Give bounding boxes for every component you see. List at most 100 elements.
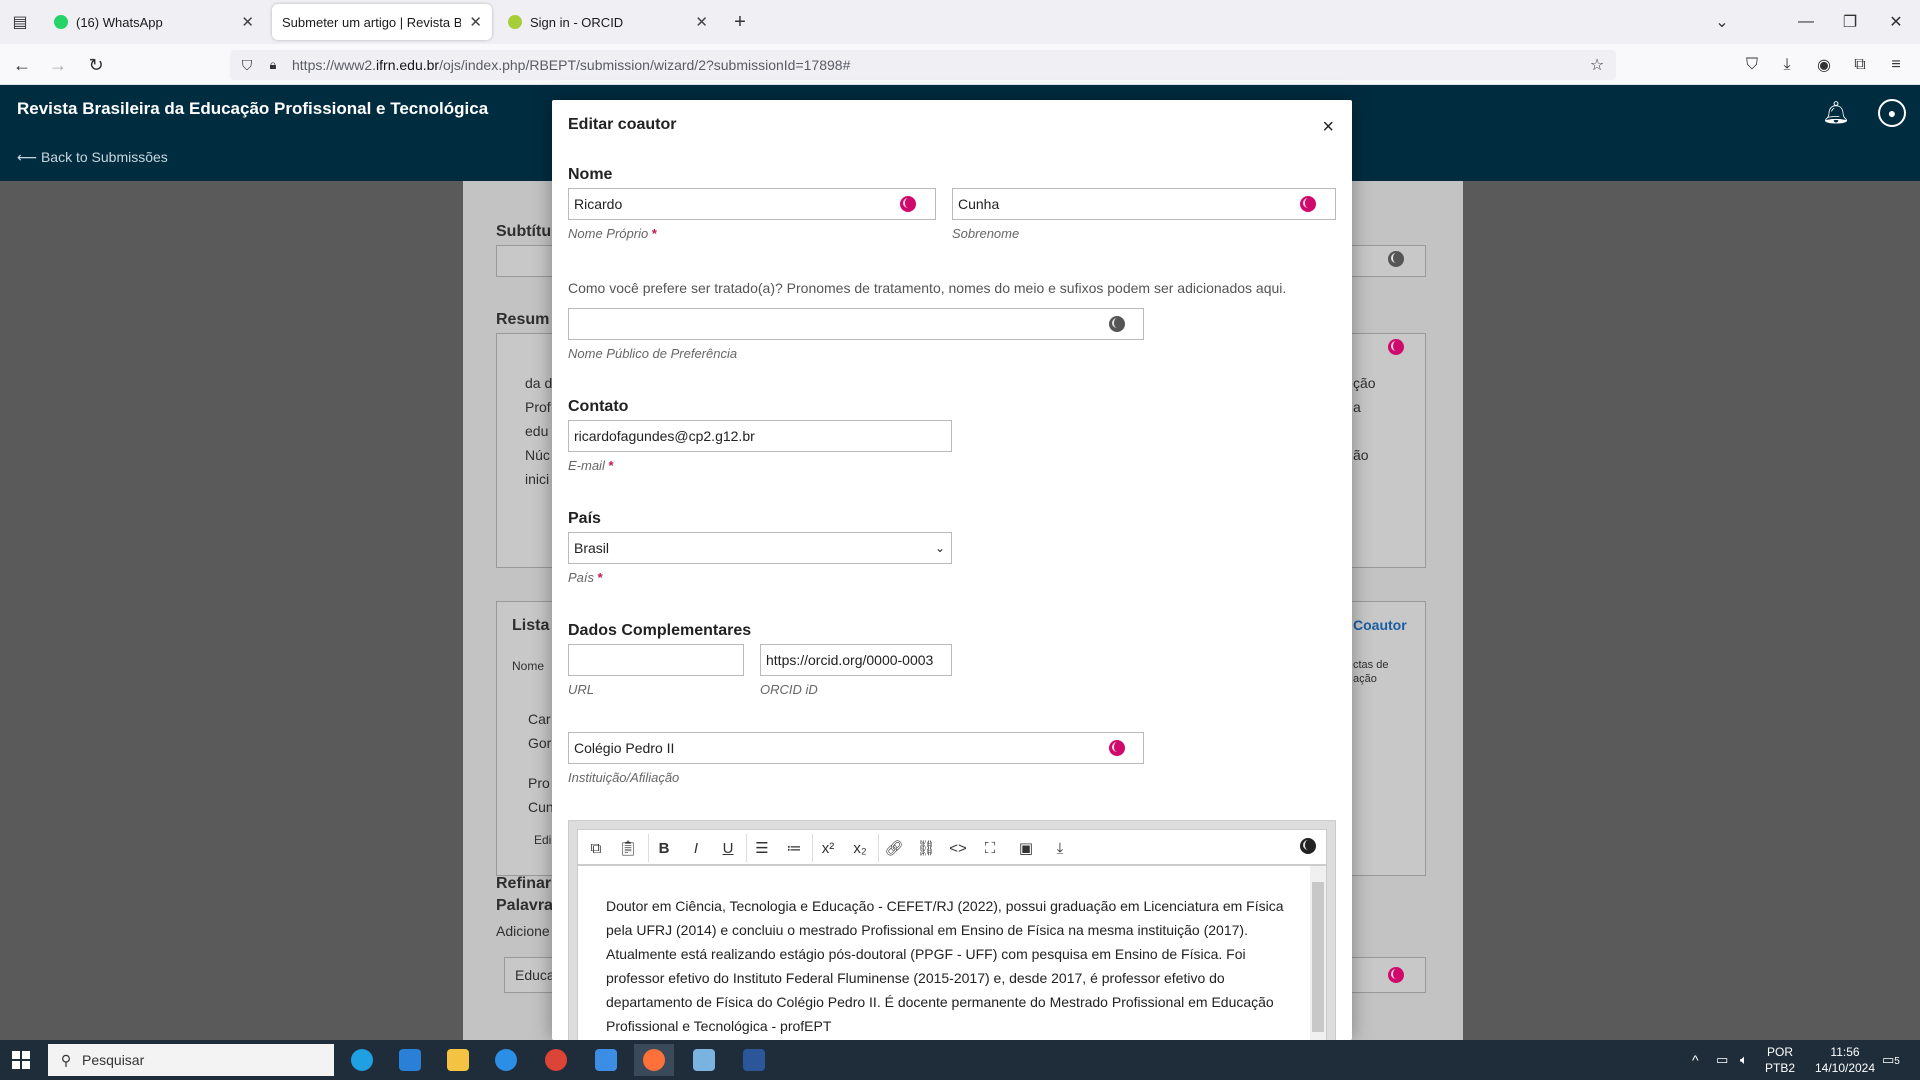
pocket-icon[interactable]: ⛉ (1740, 54, 1764, 76)
shield-icon[interactable]: ⛉ (238, 56, 256, 74)
unlink-icon[interactable]: ⛓ (914, 836, 938, 860)
required-mark: * (651, 226, 657, 241)
upload-icon[interactable]: ⤓ (1048, 836, 1072, 860)
globe-icon[interactable] (1109, 740, 1125, 756)
bookmark-star-icon[interactable]: ☆ (1588, 56, 1606, 74)
url-label: URL (568, 682, 595, 697)
internet-explorer-icon[interactable] (486, 1044, 526, 1076)
biography-editor: ⧉ 📋︎ B I U ☰ ≔ x² x₂ 🔗︎ ⛓ <> ⛶ ▣ ⤓ Douto… (568, 820, 1336, 1040)
language-indicator[interactable]: POR PTB2 (1762, 1044, 1798, 1076)
remote-desktop-icon[interactable] (684, 1044, 724, 1076)
preferred-name-label: Nome Público de Preferência (568, 346, 738, 361)
chrome-icon[interactable] (536, 1044, 576, 1076)
required-mark: * (597, 570, 603, 585)
toolbar-divider (648, 834, 649, 862)
modal-close-button[interactable]: × (1322, 116, 1334, 139)
orcid-label: ORCID iD (760, 682, 818, 697)
fullscreen-icon[interactable]: ⛶ (978, 836, 1002, 860)
notification-count: 5 (1894, 1056, 1900, 1067)
globe-icon[interactable] (1300, 838, 1316, 854)
close-icon[interactable]: ✕ (695, 13, 708, 31)
numbered-list-icon[interactable]: ≔ (782, 836, 806, 860)
italic-icon[interactable]: I (684, 836, 708, 860)
abstract-label: Resum (496, 311, 550, 328)
firefox-icon[interactable] (634, 1044, 674, 1076)
store-icon[interactable] (390, 1044, 430, 1076)
minimize-icon[interactable]: — (1794, 12, 1818, 32)
download-icon[interactable]: ⤓ (1775, 54, 1799, 76)
tab-submission[interactable]: Submeter um artigo | Revista Brasile ✕ (272, 4, 492, 40)
keywords-label: Palavra (496, 897, 553, 914)
tab-whatsapp[interactable]: (16) WhatsApp ✕ (44, 4, 264, 40)
extensions-icon[interactable]: ⧉ (1848, 54, 1872, 76)
email-field[interactable]: ricardofagundes@cp2.g12.br (568, 420, 952, 452)
file-explorer-icon[interactable] (438, 1044, 478, 1076)
notification-center-icon[interactable]: ▭5 (1882, 1052, 1900, 1070)
family-name-input[interactable]: Cunha (952, 188, 1336, 220)
keywords-hint: Adicione (496, 923, 550, 939)
column-header: ctas de (1353, 659, 1389, 671)
image-icon[interactable]: ▣ (1014, 836, 1038, 860)
user-avatar-icon[interactable]: ● (1878, 99, 1906, 127)
mail-icon[interactable] (586, 1044, 626, 1076)
globe-icon[interactable] (1300, 196, 1316, 212)
globe-icon (1388, 967, 1404, 983)
lock-icon[interactable]: 🔒︎ (264, 56, 282, 74)
reload-icon[interactable]: ↻ (84, 54, 108, 76)
copy-icon[interactable]: ⧉ (584, 836, 608, 860)
name-section-heading: Nome (568, 166, 613, 183)
abstract-line: Núc (525, 447, 550, 463)
link-icon[interactable]: 🔗︎ (882, 836, 906, 860)
url-input[interactable] (568, 644, 744, 676)
scrollbar-thumb[interactable] (1312, 882, 1324, 1032)
affiliation-input[interactable]: Colégio Pedro II (568, 732, 1144, 764)
bullet-list-icon[interactable]: ☰ (750, 836, 774, 860)
window-close-icon[interactable]: ✕ (1884, 12, 1908, 32)
windows-start-icon[interactable] (12, 1051, 30, 1069)
forward-arrow-icon[interactable]: → (46, 54, 70, 76)
address-bar[interactable]: ⛉ 🔒︎ https://www2. ifrn.edu.br/ojs/index.… (230, 50, 1616, 80)
restore-icon[interactable]: ❐ (1838, 12, 1862, 32)
language-code: POR (1766, 1045, 1793, 1059)
globe-icon[interactable] (900, 196, 916, 212)
close-icon[interactable]: ✕ (469, 13, 482, 31)
column-header: ação (1353, 673, 1377, 685)
editor-scrollbar[interactable] (1310, 866, 1326, 1040)
underline-icon[interactable]: U (716, 836, 740, 860)
close-icon[interactable]: ✕ (241, 13, 254, 31)
bold-icon[interactable]: B (652, 836, 676, 860)
tab-orcid[interactable]: Sign in - ORCID ✕ (498, 4, 718, 40)
menu-icon[interactable]: ≡ (1884, 54, 1908, 76)
biography-textarea[interactable]: Doutor em Ciência, Tecnologia e Educação… (577, 865, 1327, 1040)
contributors-label: Lista (512, 617, 550, 634)
back-arrow-icon[interactable]: ← (10, 54, 34, 76)
country-select[interactable]: Brasil ⌄ (568, 532, 952, 564)
subscript-icon[interactable]: x₂ (848, 836, 872, 860)
browser-tab-bar: ▤ (16) WhatsApp ✕ Submeter um artigo | R… (0, 0, 1920, 44)
edge-icon[interactable] (342, 1044, 382, 1076)
volume-icon[interactable]: 🔈︎ (1740, 1052, 1748, 1068)
given-name-input[interactable]: Ricardo (568, 188, 936, 220)
orcid-input[interactable]: https://orcid.org/0000-0003 (760, 644, 952, 676)
network-icon[interactable]: ▭ (1716, 1052, 1728, 1068)
paste-icon[interactable]: 📋︎ (616, 836, 640, 860)
code-icon[interactable]: <> (946, 836, 970, 860)
globe-icon[interactable] (1109, 316, 1125, 332)
abstract-line-end: ção (1353, 375, 1376, 391)
toolbar-divider (878, 834, 879, 862)
back-to-submissions-link[interactable]: ⟵ Back to Submissões (17, 149, 168, 166)
tab-list-icon[interactable]: ▤ (8, 12, 32, 32)
abstract-line-end: ão (1353, 447, 1369, 463)
account-icon[interactable]: ◉ (1812, 54, 1836, 76)
preferred-name-input[interactable] (568, 308, 1144, 340)
bell-icon[interactable]: 🔔︎ (1822, 99, 1850, 127)
new-tab-icon[interactable]: + (728, 11, 752, 33)
globe-icon (1388, 339, 1404, 355)
abstract-line-end: a (1353, 399, 1361, 415)
superscript-icon[interactable]: x² (816, 836, 840, 860)
tab-overflow-chevron-icon[interactable]: ⌄ (1710, 12, 1734, 32)
word-icon[interactable] (734, 1044, 774, 1076)
taskbar-search-input[interactable]: ⚲ Pesquisar (48, 1044, 334, 1076)
tray-chevron-icon[interactable]: ^ (1692, 1052, 1699, 1068)
clock[interactable]: 11:56 14/10/2024 (1810, 1044, 1880, 1076)
